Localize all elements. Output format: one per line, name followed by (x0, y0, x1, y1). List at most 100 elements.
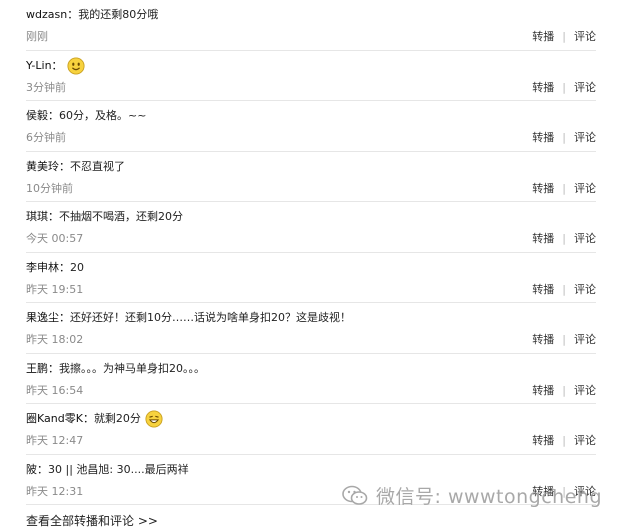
comment-text: 不抽烟不喝酒，还剩20分 (59, 210, 183, 223)
comment-time: 昨天 16:54 (26, 383, 84, 397)
comment-time: 昨天 19:51 (26, 282, 84, 296)
username-separator: ： (48, 109, 59, 122)
action-divider: | (562, 333, 566, 346)
comment-line: 李申林： 20 (26, 261, 84, 275)
comment-button[interactable]: 评论 (574, 81, 596, 94)
comment-time: 今天 00:57 (26, 232, 84, 245)
action-divider: | (562, 434, 566, 447)
comment-actions: 转播 | 评论 (532, 383, 596, 397)
smile-emoji-icon (66, 56, 85, 75)
comment-button[interactable]: 评论 (574, 31, 596, 43)
comment-username[interactable]: 王鹏 (26, 362, 48, 376)
action-divider: | (562, 383, 566, 397)
username-separator: ： (59, 159, 70, 173)
comment-line: 圈Kand零K：就剩20分 (26, 410, 163, 428)
grin-emoji-icon (145, 410, 163, 428)
comment-list: wdzasn：我的还剩80分哦 刚刚 转播 | 评论 Y-Lin： 3分钟前 转播 | 评论 侯毅：… (26, 0, 596, 505)
forward-button[interactable]: 转播 (532, 182, 554, 195)
comment-time: 6分钟前 (26, 131, 66, 144)
comment-time: 刚刚 (26, 30, 48, 43)
wechat-icon (342, 485, 368, 505)
comment-button[interactable]: 评论 (574, 435, 596, 447)
comment-item: wdzasn：我的还剩80分哦 刚刚 转播 | 评论 (26, 0, 596, 51)
comment-text: 还好还好！还剩10分……话说为啥单身扣20？这是歧视！ (70, 311, 351, 324)
comment-text: 我的还剩80分哦 (78, 8, 159, 21)
view-all-link[interactable]: 查看全部转播和评论 >> (26, 514, 158, 528)
comment-actions: 转播 | 评论 (532, 80, 596, 94)
comment-button[interactable]: 评论 (574, 182, 596, 195)
comment-item: 李申林： 20 昨天 19:51 转播 | 评论 (26, 253, 596, 303)
comment-time: 昨天 18:02 (26, 333, 84, 346)
comment-line: 黄美玲：不忍直视了 (26, 160, 125, 174)
comment-text: 不忍直视了 (70, 159, 125, 173)
comment-button[interactable]: 评论 (574, 233, 596, 245)
comment-actions: 转播 | 评论 (532, 334, 596, 346)
username-separator: ： (48, 361, 59, 375)
action-divider: | (562, 131, 566, 144)
comment-username[interactable]: 果逸尘 (26, 311, 59, 325)
comment-actions: 转播 | 评论 (532, 31, 596, 43)
comment-item: 黄美玲：不忍直视了 10分钟前 转播 | 评论 (26, 152, 596, 202)
action-divider: | (562, 181, 566, 195)
username-separator: ： (67, 8, 79, 21)
comment-username[interactable]: 侯毅 (26, 109, 48, 123)
comment-line: 果逸尘：还好还好！还剩10分……话说为啥单身扣20？这是歧视！ (26, 311, 351, 325)
comment-button[interactable]: 评论 (574, 334, 596, 346)
forward-button[interactable]: 转播 (532, 384, 554, 397)
wechat-watermark: 微信号: wwwtongcheng (342, 482, 602, 509)
comment-username[interactable]: Y-Lin (26, 59, 52, 73)
comment-line: wdzasn：我的还剩80分哦 (26, 8, 158, 22)
comment-time: 3分钟前 (26, 80, 66, 94)
comment-username[interactable]: 黄美玲 (26, 160, 59, 174)
comment-item: 果逸尘：还好还好！还剩10分……话说为啥单身扣20？这是歧视！ 昨天 18:02 转… (26, 303, 596, 354)
comment-text: 20 (70, 260, 84, 274)
comment-actions: 转播 | 评论 (532, 233, 596, 245)
comment-username[interactable]: 琪琪 (26, 210, 48, 224)
comment-item: 侯毅： 60分，及格。~~ 6分钟前 转播 | 评论 (26, 101, 596, 152)
comment-text: 30 || 池昌旭: 30....最后两祥 (48, 462, 189, 476)
comment-line: 侯毅： 60分，及格。~~ (26, 109, 146, 123)
comment-time: 昨天 12:47 (26, 434, 84, 447)
comment-actions: 转播 | 评论 (532, 132, 596, 144)
comment-line: Y-Lin： (26, 56, 85, 75)
comment-text: 60分，及格。~~ (59, 109, 147, 122)
action-divider: | (562, 232, 566, 245)
comment-button[interactable]: 评论 (574, 384, 596, 397)
forward-button[interactable]: 转播 (532, 132, 554, 144)
forward-button[interactable]: 转播 (532, 31, 554, 43)
comment-username[interactable]: 陂 (26, 463, 37, 477)
comment-time: 昨天 12:31 (26, 484, 84, 498)
comment-button[interactable]: 评论 (574, 132, 596, 144)
comment-line: 王鹏：我擦。。。为神马单身扣20。。。 (26, 362, 205, 376)
comment-actions: 转播 | 评论 (532, 435, 596, 447)
comment-time: 10分钟前 (26, 181, 73, 195)
comment-item: Y-Lin： 3分钟前 转播 | 评论 (26, 51, 596, 101)
comment-username[interactable]: 李申林 (26, 261, 59, 275)
username-separator: ： (48, 210, 59, 223)
forward-button[interactable]: 转播 (532, 334, 554, 346)
action-divider: | (562, 30, 566, 43)
comment-text: 我擦。。。为神马单身扣20。。。 (59, 361, 205, 375)
comment-username[interactable]: 圈Kand零K (26, 412, 83, 426)
forward-button[interactable]: 转播 (532, 81, 554, 94)
action-divider: | (562, 282, 566, 296)
comment-line: 陂： 30 || 池昌旭: 30....最后两祥 (26, 463, 189, 477)
forward-button[interactable]: 转播 (532, 283, 554, 296)
forward-button[interactable]: 转播 (532, 233, 554, 245)
comment-text: 就剩20分 (93, 412, 141, 425)
username-separator: ： (51, 58, 63, 72)
username-separator: ： (82, 412, 94, 425)
comment-actions: 转播 | 评论 (532, 282, 596, 296)
comment-line: 琪琪：不抽烟不喝酒，还剩20分 (26, 210, 183, 224)
action-divider: | (562, 80, 566, 94)
comment-actions: 转播 | 评论 (532, 181, 596, 195)
comment-item: 王鹏：我擦。。。为神马单身扣20。。。 昨天 16:54 转播 | 评论 (26, 354, 596, 404)
watermark-text: 微信号: wwwtongcheng (376, 486, 603, 508)
comment-item: 圈Kand零K：就剩20分 昨天 12:47 转播 | 评论 (26, 404, 596, 455)
username-separator: ： (59, 311, 70, 324)
username-separator: ： (59, 260, 70, 274)
comment-username[interactable]: wdzasn (26, 8, 67, 22)
comment-button[interactable]: 评论 (574, 283, 596, 296)
forward-button[interactable]: 转播 (532, 435, 554, 447)
comment-item: 琪琪：不抽烟不喝酒，还剩20分 今天 00:57 转播 | 评论 (26, 202, 596, 253)
